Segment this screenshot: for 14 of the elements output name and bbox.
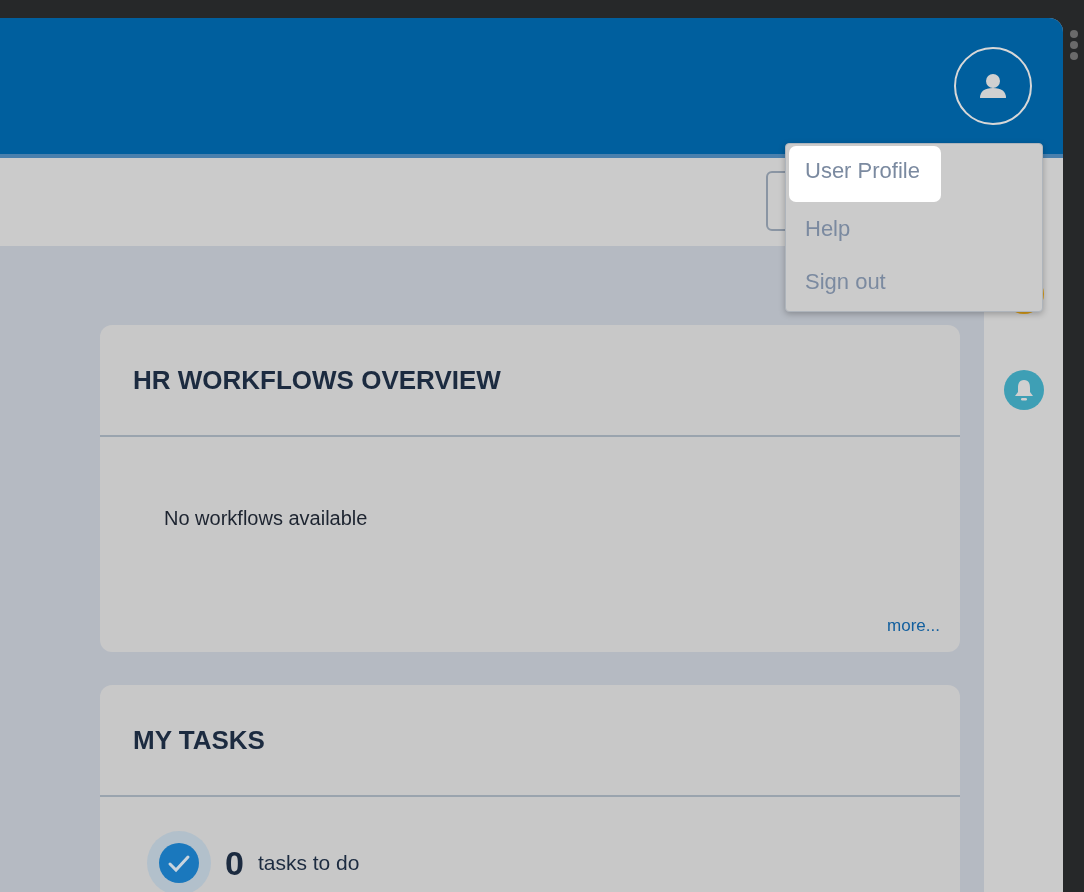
more-link[interactable]: more... — [887, 616, 940, 636]
user-avatar-button[interactable] — [954, 47, 1032, 125]
card-title: HR WORKFLOWS OVERVIEW — [133, 364, 501, 396]
bell-icon — [1013, 379, 1034, 401]
card-title: MY TASKS — [133, 724, 265, 756]
menu-item[interactable]: User Profile — [789, 146, 941, 203]
menu-item[interactable]: Help — [789, 202, 872, 256]
task-count: 0 — [225, 843, 244, 883]
task-count-label: tasks to do — [257, 851, 360, 875]
empty-message: No workflows available — [164, 507, 369, 530]
user-icon — [979, 73, 1007, 99]
grip-icon[interactable] — [1069, 29, 1079, 61]
notification-button[interactable] — [1003, 370, 1044, 410]
menu-item[interactable]: Sign out — [789, 255, 907, 309]
